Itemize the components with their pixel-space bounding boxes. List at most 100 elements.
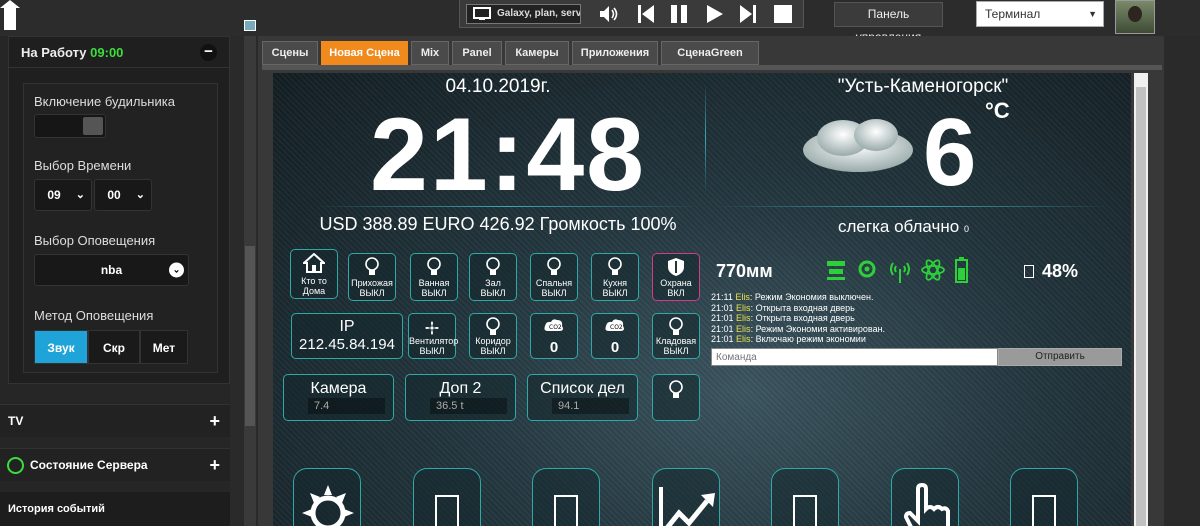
sidebar-scrollbar[interactable] bbox=[244, 36, 256, 526]
hour-select[interactable]: 09 ⌄ bbox=[34, 179, 92, 211]
ip-tile[interactable]: IP 212.45.84.194 bbox=[291, 313, 403, 359]
toggle-knob bbox=[83, 117, 103, 135]
stop-icon[interactable] bbox=[772, 3, 794, 25]
scene-tile[interactable] bbox=[413, 468, 481, 526]
dashboard-scrollbar[interactable] bbox=[1134, 73, 1148, 526]
method-screen-button[interactable]: Скр bbox=[88, 330, 140, 364]
log-time: 21:11 bbox=[711, 292, 733, 302]
tile-2[interactable]: Ванная ВЫКЛ bbox=[410, 253, 458, 301]
tab-scenes[interactable]: Сцены bbox=[262, 41, 318, 65]
todo-title: Список дел bbox=[540, 380, 625, 397]
device-select[interactable]: Galaxy, plan, serv bbox=[466, 4, 581, 24]
bulb-icon bbox=[427, 257, 441, 275]
scrollbar-thumb[interactable] bbox=[245, 246, 255, 426]
tab-underline bbox=[262, 65, 1162, 70]
server-status-section[interactable]: Состояние Сервера + bbox=[0, 448, 230, 481]
hour-value: 09 bbox=[47, 188, 61, 202]
alarm-toggle[interactable] bbox=[34, 114, 106, 138]
corridor-tile[interactable]: Коридор ВЫКЛ bbox=[469, 313, 517, 359]
co2-tile[interactable]: CO2 0 bbox=[591, 313, 639, 359]
scene-tile-chart[interactable] bbox=[652, 468, 720, 526]
scene-tile[interactable] bbox=[532, 468, 600, 526]
alarm-settings: Включение будильника Выбор Времени 09 ⌄ … bbox=[23, 83, 218, 373]
co2-value: 0 bbox=[610, 339, 620, 356]
divider bbox=[713, 206, 1113, 207]
device-name: Galaxy, plan, serv bbox=[497, 8, 581, 19]
tile-label: Спальня ВЫКЛ bbox=[535, 278, 573, 298]
divider bbox=[313, 206, 703, 207]
scene-tile[interactable] bbox=[771, 468, 839, 526]
co2-icon: CO2 bbox=[605, 319, 624, 331]
clock-display: 21:48 bbox=[370, 97, 646, 213]
scene-tile-touch[interactable] bbox=[891, 468, 959, 526]
temperature-display: 6 bbox=[923, 99, 977, 206]
home-icon[interactable] bbox=[0, 0, 20, 34]
command-input[interactable] bbox=[711, 348, 998, 366]
fan-icon bbox=[425, 321, 439, 335]
tab-cameras[interactable]: Камеры bbox=[505, 41, 569, 65]
tile-5[interactable]: Кухня ВЫКЛ bbox=[591, 253, 639, 301]
fan-tile[interactable]: Вентилятор ВЫКЛ bbox=[408, 313, 458, 359]
camera-tile[interactable]: Камера 7.4 bbox=[283, 374, 394, 421]
method-met-button[interactable]: Мет bbox=[140, 330, 188, 364]
bulb-icon bbox=[669, 317, 683, 335]
log-entry: 21:01 Elis: Режим Экономия активирован. bbox=[711, 324, 1051, 335]
storage-tile[interactable]: Кладовая ВЫКЛ bbox=[652, 313, 700, 359]
notify-select[interactable]: nba ⌄ bbox=[34, 254, 189, 286]
tab-scene-green[interactable]: СценаGreen bbox=[661, 41, 759, 65]
bulb-icon bbox=[365, 257, 379, 275]
network-icon bbox=[827, 261, 845, 280]
next-icon[interactable] bbox=[737, 3, 759, 25]
play-icon[interactable] bbox=[703, 3, 725, 25]
ip-value: 212.45.84.194 bbox=[299, 336, 395, 353]
tv-section[interactable]: TV + bbox=[0, 404, 230, 437]
window-icon[interactable] bbox=[244, 20, 256, 31]
todo-tile[interactable]: Список дел 94.1 bbox=[527, 374, 638, 421]
tile-6[interactable]: Охрана ВКЛ bbox=[652, 253, 700, 301]
method-sound-button[interactable]: Звук bbox=[34, 330, 88, 364]
alarm-enable-label: Включение будильника bbox=[34, 94, 175, 109]
minute-value: 00 bbox=[107, 188, 121, 202]
scene-tile[interactable] bbox=[1010, 468, 1078, 526]
expand-icon[interactable]: + bbox=[209, 405, 220, 438]
minute-select[interactable]: 00 ⌄ bbox=[94, 179, 152, 211]
weather-condition-text: слегка облачно bbox=[838, 217, 960, 236]
tile-3[interactable]: Зал ВЫКЛ bbox=[469, 253, 517, 301]
notify-select-label: Выбор Оповещения bbox=[34, 233, 156, 248]
alarm-card-title: На Работу bbox=[21, 45, 87, 60]
tab-mix[interactable]: Mix bbox=[411, 41, 449, 65]
chevron-down-icon: ⌄ bbox=[135, 189, 145, 201]
tv-section-title: TV bbox=[8, 414, 24, 428]
event-history-section[interactable]: История событий bbox=[0, 492, 230, 526]
avatar[interactable] bbox=[1115, 0, 1155, 34]
placeholder-icon bbox=[1032, 495, 1056, 526]
divider bbox=[705, 83, 706, 193]
previous-icon[interactable] bbox=[635, 3, 657, 25]
tile-1[interactable]: Прихожая ВЫКЛ bbox=[348, 253, 396, 301]
scene-tile-sun[interactable] bbox=[293, 468, 361, 526]
tile-4[interactable]: Спальня ВЫКЛ bbox=[530, 253, 578, 301]
pause-icon[interactable] bbox=[668, 3, 690, 25]
control-panel-button[interactable]: Панель управления bbox=[834, 2, 943, 44]
co2-tile[interactable]: CO2 0 bbox=[530, 313, 578, 359]
scrollbar-thumb[interactable] bbox=[1136, 87, 1146, 526]
tab-new-scene[interactable]: Новая Сцена bbox=[321, 41, 408, 65]
terminal-select[interactable]: Терминал ▼ bbox=[976, 1, 1104, 27]
co2-icon: CO2 bbox=[544, 319, 563, 331]
expand-icon[interactable]: + bbox=[209, 449, 220, 482]
tab-apps[interactable]: Приложения bbox=[572, 41, 658, 65]
tab-panel[interactable]: Panel bbox=[452, 41, 502, 65]
todo-value: 94.1 bbox=[552, 398, 629, 414]
bulb-icon bbox=[547, 257, 561, 275]
send-button[interactable]: Отправить bbox=[998, 348, 1122, 366]
collapse-icon[interactable]: − bbox=[200, 44, 217, 61]
log-entry: 21:01 Elis: Открыта входная дверь bbox=[711, 303, 1051, 314]
alarm-card-header[interactable]: На Работу 09:00 − bbox=[9, 37, 229, 68]
tile-0[interactable]: Кто то Дома bbox=[290, 249, 338, 299]
volume-icon[interactable] bbox=[597, 3, 619, 25]
bulb-tile[interactable] bbox=[652, 374, 700, 421]
log-text: : Открыта входная дверь bbox=[750, 302, 855, 313]
camera-title: Камера bbox=[310, 380, 367, 397]
dop2-title: Доп 2 bbox=[439, 380, 482, 397]
dop2-tile[interactable]: Доп 2 36.5 t bbox=[405, 374, 516, 421]
